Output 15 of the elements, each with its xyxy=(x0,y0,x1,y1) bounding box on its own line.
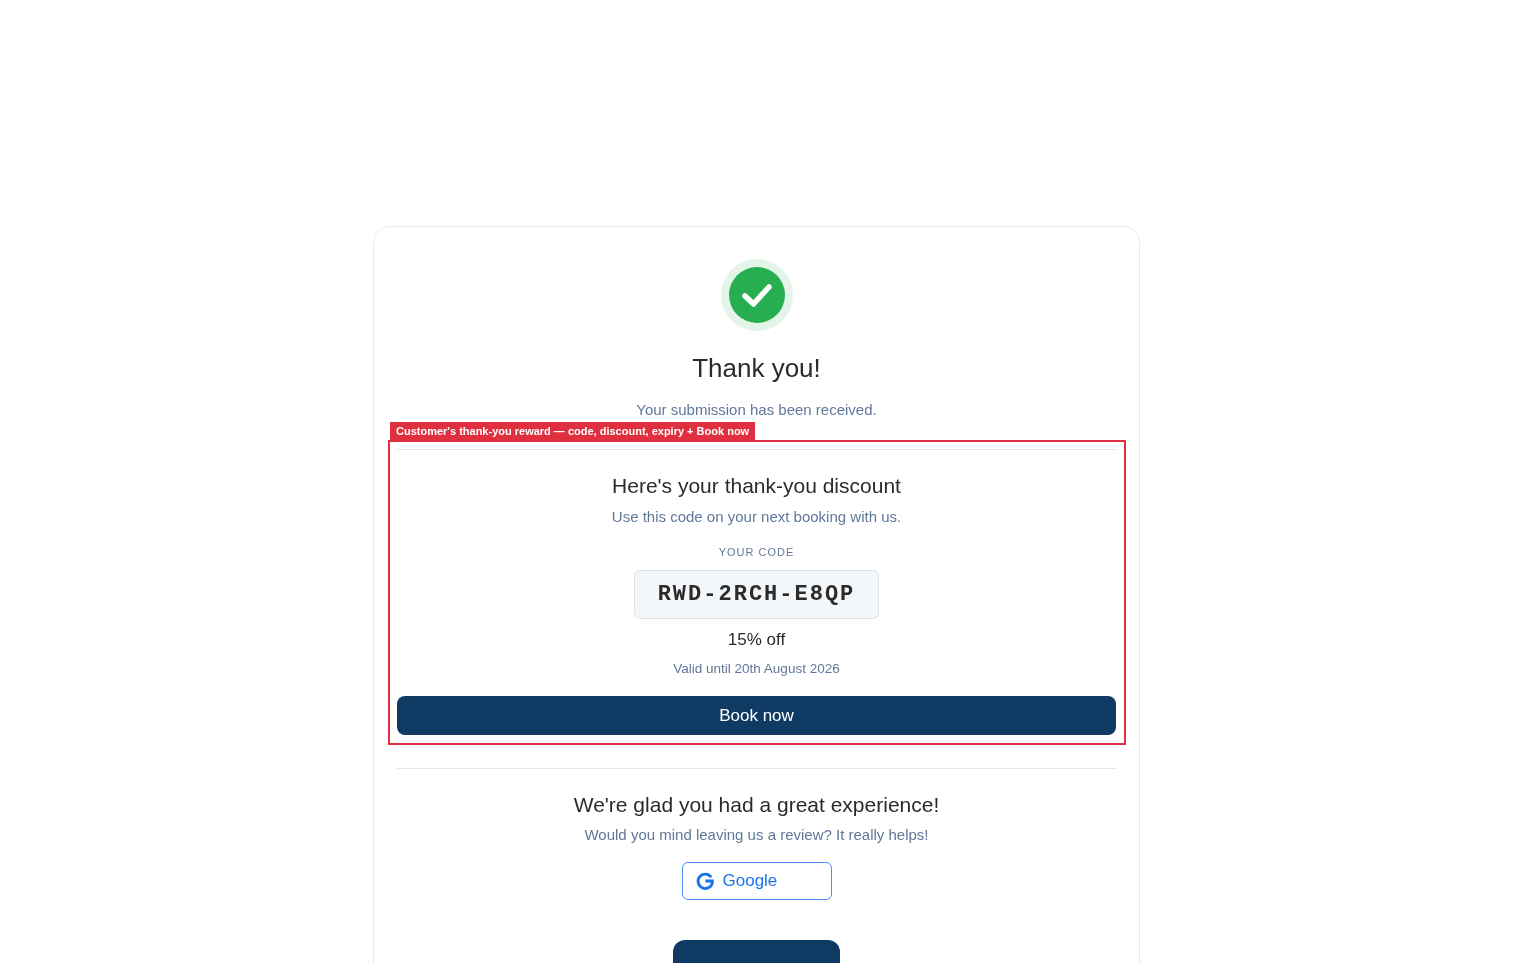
discount-subtitle: Use this code on your next booking with us. xyxy=(611,507,902,527)
discount-title: Here's your thank-you discount xyxy=(612,473,901,499)
review-subtitle: Would you mind leaving us a review? It really helps! xyxy=(584,825,929,845)
g-logo-icon xyxy=(694,871,715,891)
discount-code: RWD-2RCH-E8QP xyxy=(634,570,879,619)
review-title: We're glad you had a great experience! xyxy=(573,792,940,818)
google-review-button[interactable]: Google xyxy=(681,862,832,900)
discount-amount: 15% off xyxy=(727,629,786,651)
thank-you-title: Thank you! xyxy=(692,353,821,383)
expiry-date: Valid until 20th August 2026 xyxy=(673,660,840,678)
code-label: YOUR CODE xyxy=(718,545,795,560)
book-now-button[interactable]: Book now xyxy=(397,696,1116,735)
annotation-label: Customer's thank-you reward — code, discount, expiry + Book now xyxy=(390,422,756,440)
submission-message: Your submission has been received. xyxy=(636,400,877,420)
check-icon xyxy=(720,259,793,331)
